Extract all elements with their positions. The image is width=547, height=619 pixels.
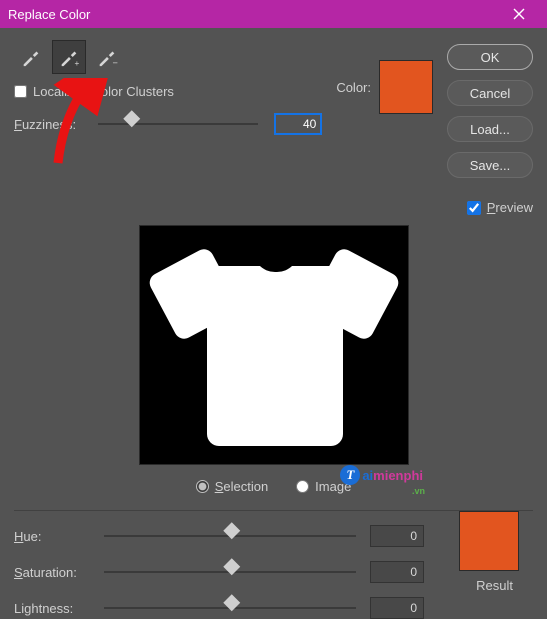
preview-checkbox[interactable] xyxy=(467,201,481,215)
eyedropper-button[interactable] xyxy=(14,40,48,74)
svg-text:−: − xyxy=(113,58,118,68)
close-button[interactable] xyxy=(499,0,539,28)
ok-button[interactable]: OK xyxy=(447,44,533,70)
titlebar: Replace Color xyxy=(0,0,547,28)
selection-radio-label[interactable]: Selection xyxy=(196,479,268,494)
lightness-label: Lightness: xyxy=(14,601,90,616)
tshirt-preview-image xyxy=(149,236,399,454)
preview-label: Preview xyxy=(487,200,533,215)
saturation-slider[interactable] xyxy=(104,571,356,573)
selection-preview xyxy=(139,225,409,465)
eyedropper-add-button[interactable]: + xyxy=(52,40,86,74)
fuzziness-slider[interactable] xyxy=(98,123,258,125)
eyedropper-subtract-button[interactable]: − xyxy=(90,40,124,74)
hue-slider[interactable] xyxy=(104,535,356,537)
image-radio-label[interactable]: Image xyxy=(296,479,351,494)
hue-label: Hue: xyxy=(14,529,90,544)
image-radio[interactable] xyxy=(296,480,309,493)
color-label: Color: xyxy=(336,80,371,95)
fuzziness-input[interactable] xyxy=(274,113,322,135)
color-swatch[interactable] xyxy=(379,60,433,114)
load-button[interactable]: Load... xyxy=(447,116,533,142)
localized-clusters-checkbox[interactable] xyxy=(14,85,27,98)
svg-text:+: + xyxy=(75,59,80,68)
saturation-input[interactable] xyxy=(370,561,424,583)
saturation-label: Saturation: xyxy=(14,565,90,580)
save-button[interactable]: Save... xyxy=(447,152,533,178)
localized-clusters-label: Localized Color Clusters xyxy=(33,84,174,99)
lightness-slider[interactable] xyxy=(104,607,356,609)
cancel-button[interactable]: Cancel xyxy=(447,80,533,106)
selection-radio[interactable] xyxy=(196,480,209,493)
lightness-input[interactable] xyxy=(370,597,424,619)
eyedropper-group: + − xyxy=(14,40,322,74)
result-label: Result xyxy=(476,578,513,593)
hue-input[interactable] xyxy=(370,525,424,547)
dialog-title: Replace Color xyxy=(8,7,499,22)
fuzziness-label: Fuzziness: xyxy=(14,117,82,132)
result-swatch[interactable] xyxy=(459,511,519,571)
divider xyxy=(14,510,533,511)
